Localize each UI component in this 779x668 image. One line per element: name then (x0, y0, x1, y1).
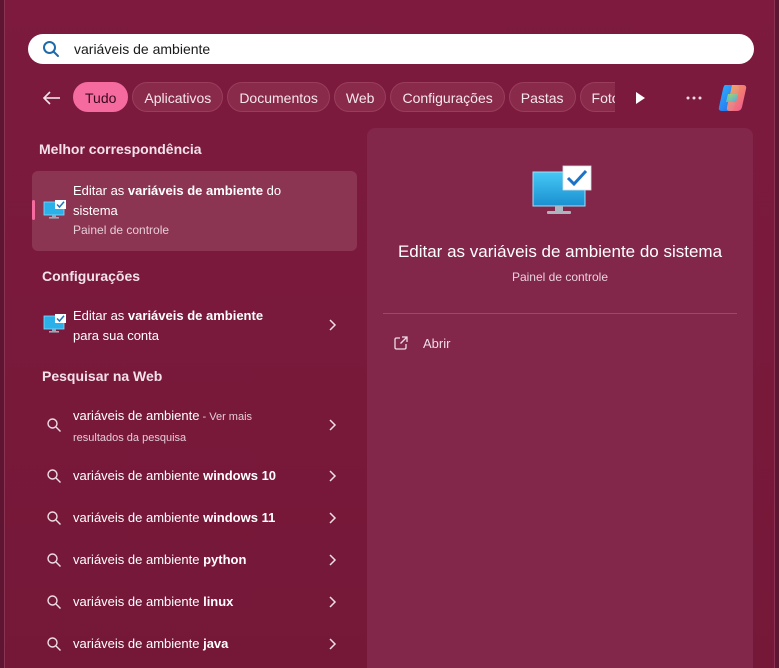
open-external-icon (394, 336, 408, 350)
chevron-right-icon (329, 596, 337, 608)
best-match-item[interactable]: Editar as variáveis de ambiente do siste… (32, 171, 357, 251)
filter-pastas[interactable]: Pastas (508, 82, 576, 112)
filter-configuracoes[interactable]: Configurações (390, 82, 505, 112)
web-result-bold: java (203, 636, 229, 651)
divider (383, 313, 737, 314)
search-icon (47, 595, 61, 609)
chevron-right-icon (329, 319, 337, 331)
best-match-line2: sistema (73, 203, 118, 218)
search-icon (47, 469, 61, 483)
monitor-check-icon (532, 165, 592, 214)
chevron-right-icon (329, 419, 337, 431)
best-match-text: Editar as variáveis de ambiente do siste… (73, 181, 343, 239)
search-icon (47, 511, 61, 525)
web-result-base: variáveis de ambiente (73, 552, 204, 567)
web-result-text: variáveis de ambiente windows 10 (73, 466, 276, 486)
web-result-bold: windows 10 (203, 468, 277, 483)
web-result-text: variáveis de ambiente - Ver mais resulta… (73, 406, 252, 448)
web-result-extra: - Ver mais (199, 411, 253, 423)
settings-item[interactable]: Editar as variáveis de ambiente para sua… (32, 300, 357, 350)
web-result-text: variáveis de ambiente windows 11 (73, 508, 275, 528)
web-result-base: variáveis de ambiente (73, 510, 204, 525)
best-match-prefix: Editar as (73, 183, 128, 198)
back-arrow-icon (42, 91, 60, 105)
open-label: Abrir (423, 335, 451, 351)
search-icon (47, 418, 61, 432)
monitor-check-icon (43, 314, 66, 333)
web-result-bold: python (203, 552, 247, 567)
web-result-bold: windows 11 (203, 510, 276, 525)
web-result[interactable]: variáveis de ambiente java (32, 631, 357, 657)
settings-prefix: Editar as (73, 308, 128, 323)
web-result-text: variáveis de ambiente java (73, 634, 228, 654)
monitor-check-icon (43, 200, 66, 219)
settings-bold: variáveis de ambiente (127, 308, 264, 323)
web-result-base: variáveis de ambiente (73, 468, 204, 483)
web-result-base: variáveis de ambiente (73, 636, 204, 651)
preview-title: Editar as variáveis de ambiente do siste… (397, 242, 723, 261)
more-icon (686, 96, 702, 100)
best-match-bold: variáveis de ambiente (127, 183, 264, 198)
chevron-right-icon (329, 512, 337, 524)
filter-tabs: Tudo Aplicativos Documentos Web Configuraçõe… (73, 82, 615, 114)
filter-fotos[interactable]: Fotos (579, 82, 615, 112)
best-match-suffix: do (263, 183, 282, 198)
filter-documentos[interactable]: Documentos (227, 82, 330, 112)
chevron-right-icon (329, 638, 337, 650)
open-action[interactable]: Abrir (393, 331, 450, 355)
search-box[interactable] (28, 34, 754, 64)
selection-indicator (32, 200, 35, 220)
filter-web[interactable]: Web (333, 82, 387, 112)
web-result[interactable]: variáveis de ambiente - Ver mais resulta… (32, 402, 357, 448)
back-button[interactable] (38, 84, 66, 112)
web-result[interactable]: variáveis de ambiente linux (32, 589, 357, 615)
web-result-bold: linux (203, 594, 234, 609)
search-input[interactable] (72, 40, 716, 58)
play-icon (636, 92, 645, 104)
search-icon (47, 637, 61, 651)
web-result-base: variáveis de ambiente (73, 408, 200, 423)
scroll-filters-button[interactable] (630, 88, 650, 108)
preview-subtitle: Painel de controle (511, 270, 609, 284)
web-result-line2: resultados da pesquisa (73, 432, 187, 444)
web-result[interactable]: variáveis de ambiente windows 10 (32, 463, 357, 489)
section-web: Pesquisar na Web (42, 368, 163, 384)
copilot-icon (718, 85, 747, 111)
settings-item-text: Editar as variáveis de ambiente para sua… (73, 306, 263, 346)
filter-aplicativos[interactable]: Aplicativos (132, 82, 224, 112)
search-icon (42, 39, 62, 59)
web-result-base: variáveis de ambiente (73, 594, 204, 609)
section-best-match: Melhor correspondência (39, 141, 202, 157)
preview-pane: Editar as variáveis de ambiente do siste… (367, 128, 753, 668)
chevron-right-icon (329, 470, 337, 482)
settings-line2: para sua conta (73, 328, 160, 343)
more-options-button[interactable] (682, 88, 706, 108)
web-result-text: variáveis de ambiente linux (73, 592, 233, 612)
section-settings: Configurações (42, 268, 141, 284)
filter-tudo[interactable]: Tudo (73, 82, 129, 112)
web-result[interactable]: variáveis de ambiente windows 11 (32, 505, 357, 531)
web-result-text: variáveis de ambiente python (73, 550, 246, 570)
search-icon (47, 553, 61, 567)
chevron-right-icon (329, 554, 337, 566)
copilot-button[interactable] (716, 82, 750, 114)
web-result[interactable]: variáveis de ambiente python (32, 547, 357, 573)
best-match-subtitle: Painel de controle (73, 223, 170, 237)
